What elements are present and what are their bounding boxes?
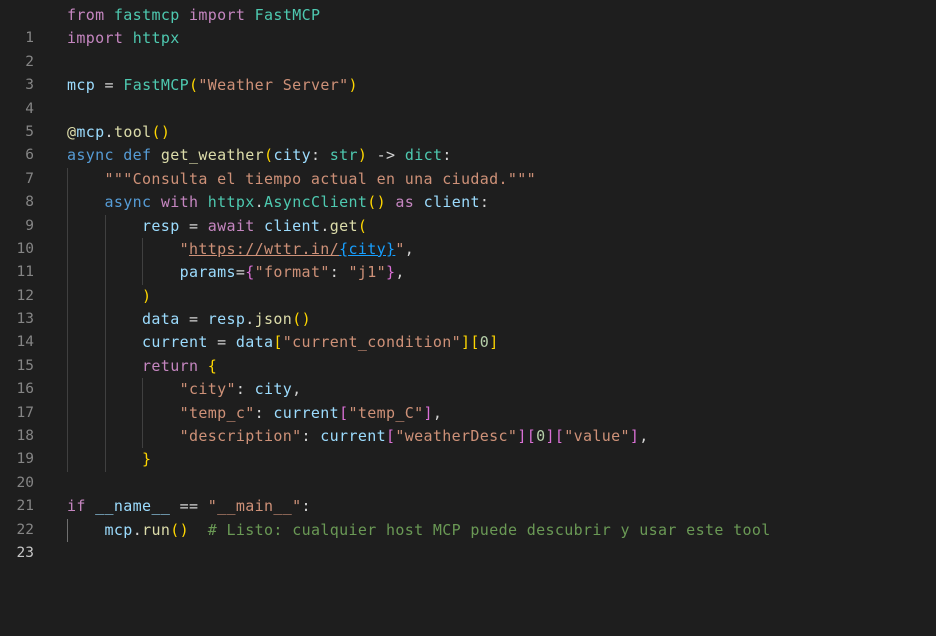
code-comment: # Listo: cualquier host MCP puede descub… [207,520,771,539]
code-text: data = resp.json() [142,310,311,329]
code-line-13[interactable]: 13 ) [0,284,936,327]
code-line-6[interactable]: 6 @mcp.tool() [0,121,936,163]
code-line-19[interactable]: 19 "description": current["weatherDesc"]… [0,425,936,467]
code-text: """Consulta el tiempo actual en una ciud… [104,169,537,188]
code-text: resp = await client.get( [142,216,368,235]
url-link[interactable]: https://wttr.in/ [189,240,339,258]
code-text: current = data["current_condition"][0] [142,333,499,352]
code-line-15[interactable]: 15 current = data["current_condition"][0… [0,331,936,374]
code-line-10[interactable]: 10 resp = await client.get( [0,214,936,257]
code-text: mcp = FastMCP("Weather Server") [67,76,358,95]
code-line-23[interactable]: 23 mcp.run() # Listo: cualquier host MCP… [0,518,936,561]
code-line-8[interactable]: 8 """Consulta el tiempo actual en una ci… [0,167,936,210]
code-text: async def get_weather(city: str) -> dict… [67,146,452,165]
code-line-2[interactable]: 2 import httpx [0,27,936,69]
code-text: "city": city, [179,380,302,399]
code-text: "https://wttr.in/{city}", [179,239,415,258]
code-editor[interactable]: 1 from fastmcp import FastMCP 2 import h… [0,0,936,561]
code-line-7[interactable]: 7 async def get_weather(city: str) -> di… [0,144,936,186]
code-line-22[interactable]: 22 if __name__ == "__main__": [0,495,936,537]
code-line-1[interactable]: 1 from fastmcp import FastMCP [0,4,936,46]
code-text: return { [142,356,218,375]
code-line-5[interactable]: 5 [0,98,936,140]
code-line-11[interactable]: 11 "https://wttr.in/{city}", [0,237,936,280]
code-line-12[interactable]: 12 params={"format": "j1"}, [0,261,936,304]
code-line-16[interactable]: 16 return { [0,354,936,397]
code-text: } [142,450,152,469]
code-text: mcp.run() # Listo: cualquier host MCP pu… [104,520,771,539]
code-text: "description": current["weatherDesc"][0]… [179,427,649,446]
code-text: if __name__ == "__main__": [67,497,311,516]
line-number: 23 [16,545,34,561]
code-line-17[interactable]: 17 "city": city, [0,378,936,421]
code-line-3[interactable]: 3 [0,51,936,93]
code-text: ) [142,286,152,305]
code-text: async with httpx.AsyncClient() as client… [104,193,490,212]
code-text: from fastmcp import FastMCP [67,6,321,24]
code-line-4[interactable]: 4 mcp = FastMCP("Weather Server") [0,74,936,116]
code-line-20[interactable]: 20 } [0,448,936,491]
code-line-21[interactable]: 21 [0,472,936,514]
code-text: import httpx [67,29,180,48]
code-line-14[interactable]: 14 data = resp.json() [0,308,936,350]
code-text: params={"format": "j1"}, [179,263,405,282]
code-text: @mcp.tool() [67,122,171,141]
code-text: "temp_c": current["temp_C"], [179,403,443,422]
code-line-9[interactable]: 9 async with httpx.AsyncClient() as clie… [0,191,936,234]
code-line-18[interactable]: 18 "temp_c": current["temp_C"], [0,401,936,444]
